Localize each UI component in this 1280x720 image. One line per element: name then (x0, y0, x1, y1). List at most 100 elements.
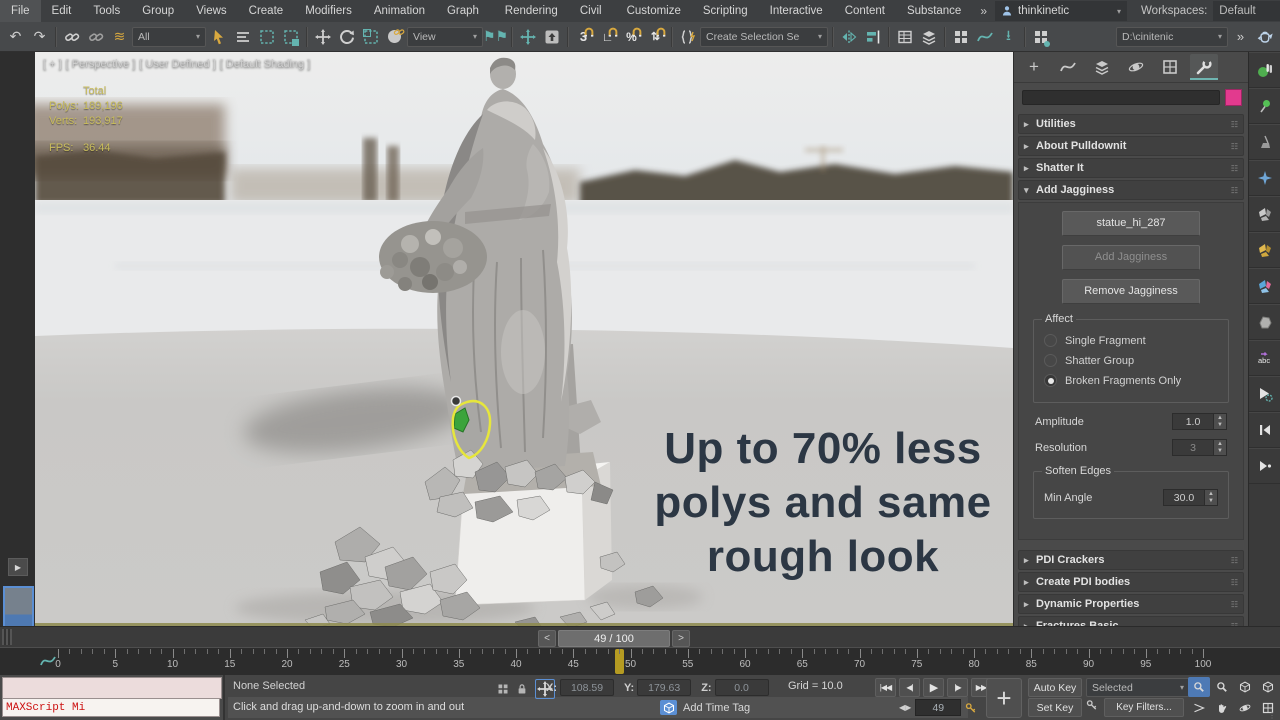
next-key-button[interactable]: |▶ (947, 678, 968, 697)
menu-item[interactable]: Graph Editors (436, 0, 494, 22)
menu-item[interactable]: Tools (82, 0, 131, 22)
render-setup-button[interactable]: ⭳ (997, 25, 1020, 49)
play-to-frame-button[interactable] (1249, 448, 1280, 484)
menu-item[interactable]: Modifiers (294, 0, 363, 22)
scene-explorer-button[interactable] (917, 25, 940, 49)
selection-lock-icon[interactable] (516, 683, 528, 695)
viewport-camera-menu[interactable]: [ User Defined ] (139, 58, 215, 70)
orbit-button[interactable] (1234, 698, 1256, 718)
time-slider-grip[interactable] (2, 629, 12, 645)
select-and-place-button[interactable] (383, 25, 406, 49)
current-frame-field[interactable]: 49 (915, 699, 961, 716)
affect-radio-option[interactable]: Shatter Group (1044, 354, 1218, 367)
rename-abc-button[interactable]: abc (1249, 340, 1280, 376)
menu-item[interactable]: Views (185, 0, 237, 22)
previous-key-button[interactable]: ◀| (899, 678, 920, 697)
shatter-color-button[interactable] (1249, 268, 1280, 304)
new-key-filter-icon[interactable] (1086, 699, 1098, 711)
curve-editor-button[interactable] (973, 25, 996, 49)
maxscript-output-pane[interactable] (2, 677, 222, 699)
field-of-view-button[interactable] (1188, 698, 1210, 718)
mini-curve-editor-icon[interactable] (40, 653, 56, 669)
zoom-extents-all-button[interactable] (1257, 677, 1279, 697)
select-link-button[interactable] (60, 25, 83, 49)
align-button[interactable] (861, 25, 884, 49)
pan-button[interactable] (1211, 698, 1233, 718)
select-and-move-button[interactable] (311, 25, 334, 49)
dynamics-bowling-button[interactable] (1249, 52, 1280, 88)
resolution-spinner[interactable]: 3 ▲▼ (1172, 439, 1227, 456)
undo-button[interactable]: ↶ (4, 25, 27, 49)
reference-coordinate-dropdown[interactable]: View ▾ (407, 27, 483, 47)
amplitude-spinner[interactable]: 1.0 ▲▼ (1172, 413, 1227, 430)
rectangular-selection-region-button[interactable] (255, 25, 278, 49)
viewport-shading-menu[interactable]: [ Default Shading ] (220, 58, 311, 70)
affect-radio-option[interactable]: Single Fragment (1044, 334, 1218, 347)
frame-step-icon[interactable]: ◀▶ (899, 703, 911, 712)
menu-overflow-icon[interactable]: » (972, 4, 995, 18)
maxscript-mini-listener[interactable]: MAXScript Mi (0, 675, 225, 720)
rollout-header[interactable]: Shatter It ☷ (1018, 158, 1244, 178)
snaps-toggle-3d[interactable]: 3 (572, 25, 595, 49)
signin-user-dropdown[interactable]: thinkinetic ▾ (995, 1, 1127, 21)
auto-key-button[interactable]: Auto Key (1028, 678, 1082, 697)
keyboard-shortcut-override-toggle[interactable] (540, 25, 563, 49)
menu-item[interactable]: Animation (363, 0, 436, 22)
remove-jagginess-button[interactable]: Remove Jagginess (1062, 279, 1200, 304)
zoom-button[interactable] (1188, 677, 1210, 697)
picked-object-button[interactable]: statue_hi_287 (1062, 211, 1200, 236)
spinner-snap-toggle[interactable]: ⇅ (644, 25, 667, 49)
tab-utilities[interactable] (1190, 54, 1218, 80)
set-keys-button[interactable]: + (986, 678, 1022, 718)
unlink-selection-button[interactable] (84, 25, 107, 49)
tab-modify[interactable] (1054, 54, 1082, 80)
tab-hierarchy[interactable] (1088, 54, 1116, 80)
pin-button[interactable] (1249, 88, 1280, 124)
edit-named-selection-sets-button[interactable] (676, 25, 699, 49)
rollout-header-add-jagginess[interactable]: Add Jagginess ☷ (1018, 180, 1244, 200)
layer-explorer-button[interactable] (893, 25, 916, 49)
viewport-pov-menu[interactable]: [ Perspective ] (66, 58, 136, 70)
set-key-button[interactable]: Set Key (1028, 698, 1082, 717)
select-and-scale-button[interactable] (359, 25, 382, 49)
angle-snap-toggle[interactable]: ∟ (596, 25, 619, 49)
redo-button[interactable]: ↷ (28, 25, 51, 49)
select-object-button[interactable] (207, 25, 230, 49)
menu-item[interactable]: Group (131, 0, 185, 22)
menu-item[interactable]: Create (238, 0, 295, 22)
percent-snap-toggle[interactable]: % (620, 25, 643, 49)
key-mode-toggle-icon[interactable] (965, 702, 977, 714)
perspective-viewport[interactable]: [ + ] [ Perspective ] [ User Defined ] [… (35, 52, 1013, 626)
affect-radio-option[interactable]: Broken Fragments Only (1044, 374, 1218, 387)
go-to-start-button[interactable] (1249, 412, 1280, 448)
window-crossing-toggle[interactable] (279, 25, 302, 49)
key-filters-button[interactable]: Key Filters... (1104, 698, 1184, 717)
previous-frame-button[interactable]: < (538, 630, 556, 647)
menu-item[interactable]: Rendering (494, 0, 569, 22)
y-coordinate-field[interactable]: 179.63 (637, 679, 691, 696)
rollout-header[interactable]: Utilities ☷ (1018, 114, 1244, 134)
select-and-manipulate-button[interactable] (516, 25, 539, 49)
tab-display[interactable] (1156, 54, 1184, 80)
spark-button[interactable] (1249, 160, 1280, 196)
menu-item[interactable]: Interactive (759, 0, 834, 22)
time-ruler[interactable]: 0510152025303540455055606570758085909510… (58, 648, 1203, 676)
zoom-extents-button[interactable] (1234, 677, 1256, 697)
play-simulation-button[interactable] (1249, 376, 1280, 412)
z-coordinate-field[interactable]: 0.0 (715, 679, 769, 696)
menu-item[interactable]: Content (834, 0, 896, 22)
object-color-swatch[interactable] (1225, 89, 1242, 106)
select-by-name-button[interactable] (231, 25, 254, 49)
menu-item[interactable]: Edit (41, 0, 83, 22)
toolbar-overflow-button[interactable]: » (1229, 25, 1252, 49)
selection-filter-dropdown[interactable]: All ▾ (132, 27, 206, 47)
fragment-rock-button[interactable] (1249, 304, 1280, 340)
scene-explorer-expand-button[interactable]: ▶ (8, 558, 28, 576)
menu-item[interactable]: Substance (896, 0, 972, 22)
menu-item[interactable]: File (0, 0, 41, 22)
material-editor-button[interactable] (1029, 25, 1052, 49)
shatter-object-button[interactable] (1249, 196, 1280, 232)
render-production-button[interactable] (1253, 25, 1276, 49)
tab-motion[interactable] (1122, 54, 1150, 80)
key-mode-dropdown[interactable]: Selected ▾ (1086, 678, 1190, 697)
